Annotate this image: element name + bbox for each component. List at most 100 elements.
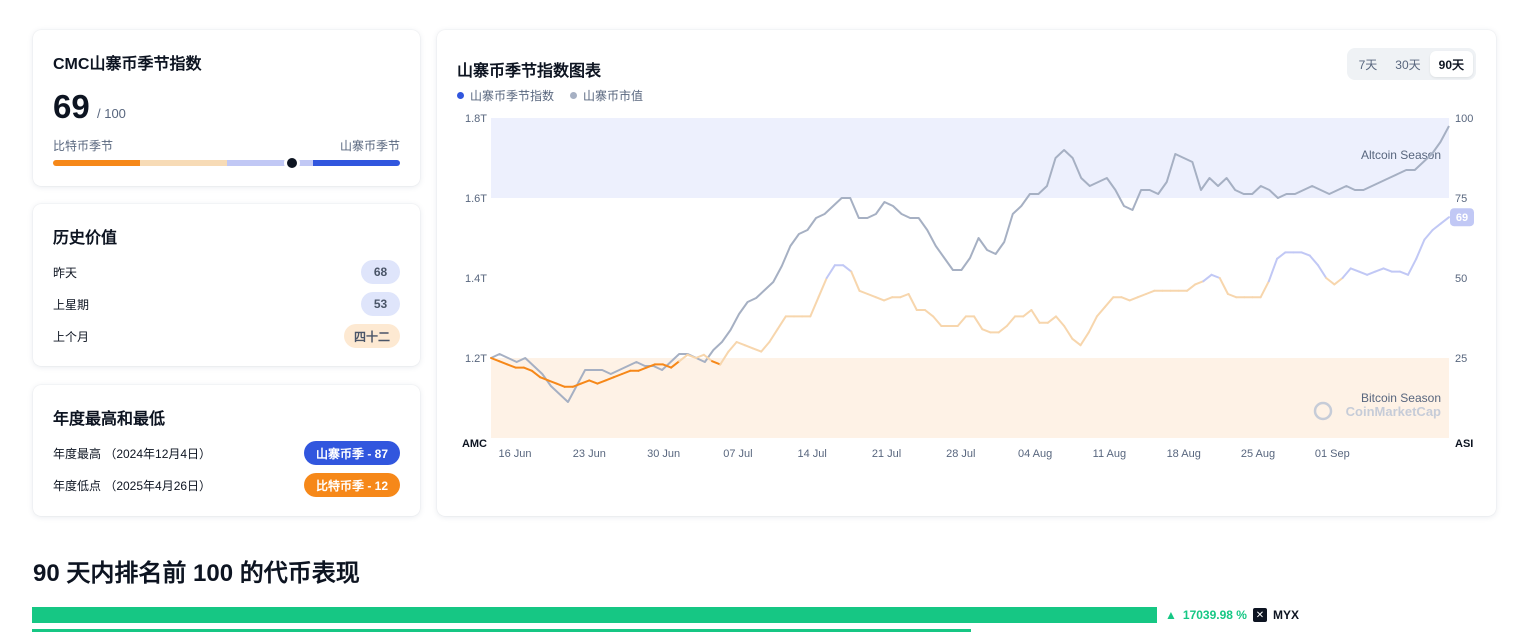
series-segment-index [1374, 267, 1385, 273]
legend-item-marketcap[interactable]: 山寨币市值 [570, 87, 643, 104]
series-segment-index [1382, 267, 1393, 273]
legend-item-index[interactable]: 山寨币季节指数 [457, 87, 554, 104]
chart-legend: 山寨币季节指数 山寨币市值 [457, 87, 643, 104]
performance-bar-top[interactable] [32, 607, 1157, 623]
index-card-title: CMC山寨币季节指数 [53, 56, 202, 73]
bitcoin-season-label: 比特币季节 [53, 139, 114, 153]
season-gauge [53, 156, 400, 170]
yearly-low-label: 年度低点 （2025年4月26日） [53, 478, 212, 493]
altcoin-season-index-card: CMC山寨币季节指数 69 / 100 比特币季节 山寨币季节 [33, 30, 420, 186]
series-segment-index [1063, 325, 1074, 340]
gauge-bitcoin-light-segment [139, 160, 227, 166]
series-segment-index [1136, 293, 1148, 299]
series-segment-index [760, 341, 771, 353]
series-segment-index [1104, 296, 1115, 308]
history-row-value: 53 [361, 292, 400, 316]
series-segment-index [1046, 315, 1057, 324]
y-right-tick: 50 [1455, 273, 1467, 285]
legend-dot-icon [457, 92, 464, 99]
series-segment-index [1259, 280, 1270, 299]
series-segment-index [1431, 222, 1442, 231]
series-segment-index [1226, 293, 1238, 299]
series-segment-index [735, 341, 746, 347]
yearly-high-label: 年度最高 （2024年12月4日） [53, 446, 212, 461]
series-segment-index [1366, 270, 1377, 276]
bitcoin-zone-label: Bitcoin Season [1361, 391, 1441, 405]
history-row-yesterday: 昨天 68 [53, 260, 400, 284]
y-left-axis-title: AMC [462, 438, 487, 450]
watermark-label: CoinMarketCap [1346, 404, 1441, 419]
index-value: 69 [53, 88, 90, 125]
series-segment-index [727, 341, 738, 353]
series-segment-index [1194, 280, 1205, 286]
series-segment-index [973, 315, 984, 331]
series-segment-index [1349, 267, 1360, 273]
series-segment-index [809, 296, 820, 318]
series-segment-index [743, 344, 755, 350]
series-segment-index [1071, 337, 1082, 347]
series-segment-index [1300, 251, 1311, 257]
series-segment-index [874, 296, 886, 302]
series-segment-index [1185, 283, 1197, 292]
series-segment-index [899, 293, 910, 299]
x-tick-label: 28 Jul [946, 448, 975, 460]
series-segment-index [1276, 251, 1287, 260]
series-segment-index [956, 315, 967, 327]
series-segment-index [1398, 270, 1410, 276]
yearly-high-low-card: 年度最高和最低 年度最高 （2024年12月4日） 山寨币季 - 87 年度低点… [33, 385, 420, 516]
gauge-bitcoin-segment [53, 160, 140, 166]
tab-30d[interactable]: 30天 [1386, 51, 1429, 77]
series-segment-index [752, 347, 763, 353]
series-segment-index [1267, 257, 1279, 283]
x-tick-label: 11 Aug [1093, 448, 1126, 460]
x-tick-label: 01 Sep [1315, 448, 1350, 460]
yearly-low-row: 年度低点 （2025年4月26日） 比特币季 - 12 [53, 473, 400, 497]
yearly-low-badge: 比特币季 - 12 [303, 473, 400, 497]
x-tick-label: 18 Aug [1167, 448, 1201, 460]
series-segment-index [850, 270, 861, 292]
altcoin-season-zone [491, 118, 1449, 198]
legend-label: 山寨币季节指数 [470, 89, 555, 103]
y-right-tick: 25 [1455, 353, 1467, 365]
series-segment-index [858, 289, 869, 295]
history-row-value: 四十二 [343, 324, 400, 348]
range-tabs: 7天 30天 90天 [1346, 48, 1476, 80]
series-segment-index [768, 328, 779, 343]
up-arrow-icon: ▲ [1165, 608, 1177, 622]
performance-top-pct: 17039.98 % [1182, 608, 1247, 622]
history-row-value: 68 [361, 260, 400, 284]
series-segment-index [1341, 267, 1352, 279]
yearly-high-row: 年度最高 （2024年12月4日） 山寨币季 - 87 [53, 441, 400, 465]
performance-top-coin[interactable]: MYX [1273, 608, 1299, 622]
gauge-altcoin-segment [313, 160, 400, 166]
y-left-tick: 1.2T [465, 353, 487, 365]
series-segment-index [1202, 273, 1213, 283]
performance-top-label: ▲ 17039.98 % ✕ MYX [1165, 607, 1299, 623]
yearly-high-badge: 山寨币季 - 87 [303, 441, 400, 465]
x-tick-label: 30 Jun [647, 448, 680, 460]
series-segment-index [907, 293, 918, 311]
series-segment-index [842, 264, 853, 273]
index-chart-card: Altcoin Season Bitcoin Season CoinMarketCa… [437, 30, 1496, 516]
current-value-badge-text: 69 [1456, 212, 1468, 224]
history-row-label: 上星期 [53, 297, 90, 312]
series-segment-index [932, 315, 943, 327]
series-segment-index [694, 353, 705, 359]
series-segment-index [1054, 315, 1066, 327]
series-segment-index [1333, 277, 1344, 286]
tab-7d[interactable]: 7天 [1350, 51, 1387, 77]
series-segment-index [1308, 254, 1319, 267]
y-left-tick: 1.6T [465, 193, 487, 205]
series-segment-index [1218, 277, 1229, 295]
series-segment-index [1439, 216, 1450, 225]
x-tick-label: 07 Jul [723, 448, 752, 460]
tab-90d[interactable]: 90天 [1429, 51, 1473, 77]
series-segment-index [1145, 289, 1156, 295]
history-title: 历史价值 [53, 230, 118, 247]
y-right-tick: 75 [1455, 193, 1467, 205]
series-segment-index [1415, 238, 1426, 260]
series-segment-index [1120, 296, 1131, 302]
series-segment-index [1316, 264, 1328, 279]
x-tick-label: 04 Aug [1018, 448, 1052, 460]
gauge-mid-segment [226, 160, 314, 166]
